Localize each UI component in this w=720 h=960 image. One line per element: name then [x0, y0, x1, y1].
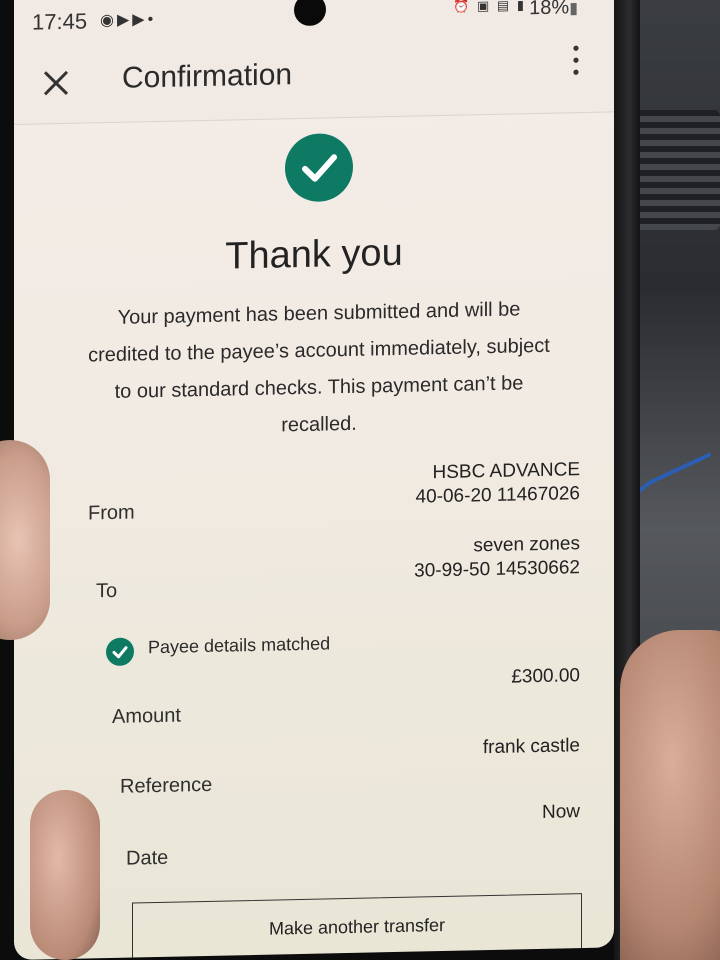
success-check-icon [285, 132, 353, 203]
status-time: 17:45 [32, 8, 88, 35]
to-payee-name: seven zones [473, 533, 580, 557]
to-value: seven zones 30-99-50 14530662 [414, 532, 580, 583]
payee-match-text: Payee details matched [148, 633, 331, 658]
from-label: From [88, 501, 135, 525]
more-vertical-icon [573, 45, 579, 75]
notification-icons: ◉▶▶• [100, 9, 156, 30]
date-label: Date [126, 846, 169, 870]
messenger-icon: ◉ [100, 11, 117, 30]
amount-value: £300.00 [511, 665, 580, 688]
close-button[interactable] [38, 65, 74, 102]
make-another-transfer-button[interactable]: Make another transfer [132, 893, 582, 960]
close-icon [43, 70, 69, 96]
reference-label: Reference [120, 773, 213, 798]
battery-icon: ▮ [569, 0, 578, 18]
page-title: Confirmation [122, 58, 293, 95]
battery-text: 18% [529, 0, 570, 20]
dot-icon: • [147, 11, 157, 29]
front-camera [294, 0, 326, 27]
payee-match-check-icon [106, 637, 134, 667]
alarm-icon: ⏰ [453, 0, 472, 14]
phone-screen: 17:45 ◉▶▶• ⏰ ▣ ▤ ▮ 18%▮ Confirmation Tha… [14, 0, 614, 960]
from-account-name: HSBC ADVANCE [432, 459, 580, 484]
signal-icon: ▮ [516, 0, 526, 13]
network-icons: ⏰ ▣ ▤ ▮ [453, 0, 526, 15]
from-value: HSBC ADVANCE 40-06-20 11467026 [416, 458, 580, 509]
youtube-icon: ▶ [116, 11, 133, 29]
left-thumb [30, 790, 100, 960]
to-label: To [96, 579, 118, 603]
more-options-button[interactable] [566, 38, 586, 82]
app-bar: Confirmation [14, 31, 614, 125]
thank-you-heading: Thank you [225, 231, 403, 278]
video-icon: ▶ [132, 11, 148, 29]
to-account-number: 30-99-50 14530662 [414, 557, 580, 582]
right-thumb [620, 630, 720, 960]
volte-icon: ▣ [477, 0, 492, 14]
from-account-number: 40-06-20 11467026 [415, 483, 580, 508]
5g-icon: ▤ [496, 0, 512, 13]
battery-level: 18%▮ [529, 0, 578, 20]
air-vent [630, 110, 720, 230]
confirmation-message: Your payment has been submitted and will… [88, 298, 550, 437]
date-value: Now [541, 801, 580, 823]
amount-label: Amount [112, 704, 181, 728]
reference-value: frank castle [482, 735, 580, 759]
left-finger [0, 440, 50, 640]
